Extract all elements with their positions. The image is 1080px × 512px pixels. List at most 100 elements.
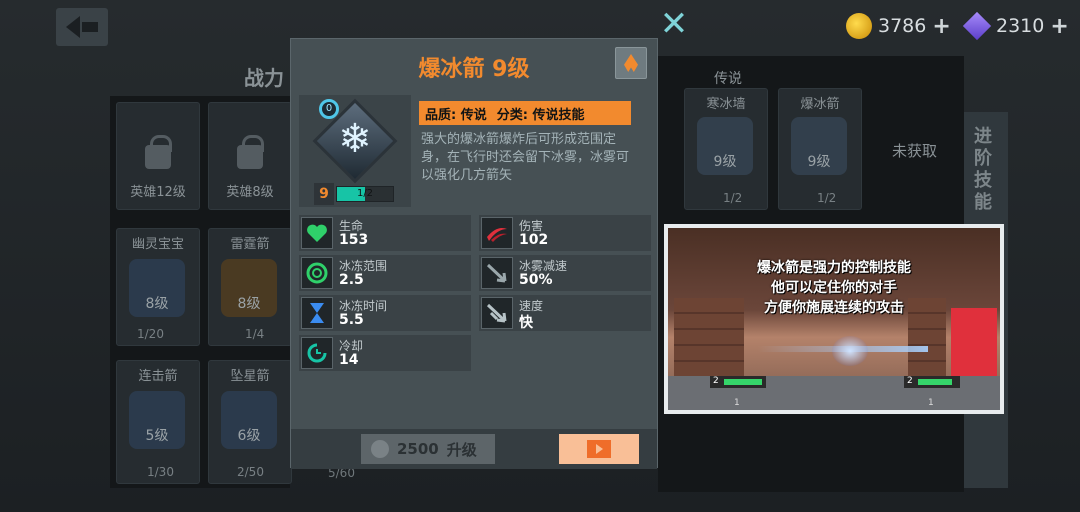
stat-value: 14: [339, 352, 359, 368]
skill-card-meteor-arrow[interactable]: 坠星箭 6级 2/50: [208, 360, 292, 484]
enemy-hp-bar: 2: [904, 376, 960, 388]
skill-card-thunder-arrow[interactable]: 雷霆箭 8级 1/4: [208, 228, 292, 346]
preview-caption-line: 他可以定住你的对手: [771, 280, 897, 296]
freeze-range-icon: [301, 257, 333, 289]
stat-value: 5.5: [339, 312, 364, 328]
stat-value: 102: [519, 232, 549, 248]
stat-freeze-range: 冰冻范围 2.5: [299, 255, 471, 291]
right-red-block: [951, 308, 997, 378]
skill-card-count: 2/50: [237, 465, 264, 479]
ground-marker: 1: [734, 398, 740, 408]
gem-icon: [962, 11, 992, 41]
ground-marker: 1: [928, 398, 934, 408]
legend-tile: 9级: [697, 117, 753, 175]
legend-rank-icon: [624, 54, 638, 72]
skill-tile-level: 8级: [145, 296, 169, 312]
quality-label: 品质: 传说: [425, 107, 487, 123]
back-arrow-icon: [66, 16, 98, 38]
star-rank-badge: 0: [319, 99, 339, 119]
lock-icon: [145, 135, 172, 169]
watch-video-button[interactable]: [559, 434, 639, 464]
film-play-icon: [587, 440, 611, 458]
skill-level-number: 9: [314, 183, 334, 205]
stat-hp: 生命 153: [299, 215, 471, 251]
preview-caption-line: 方便你施展连续的攻击: [764, 300, 904, 316]
skill-tile: 8级: [129, 259, 185, 317]
snowflake-icon: ❄: [338, 116, 372, 162]
skill-card-count: 1/30: [147, 465, 174, 479]
stat-cooldown: 冷却 14: [299, 335, 471, 371]
legend-card-ice-burst[interactable]: 爆冰箭 9级 1/2: [778, 88, 862, 210]
modal-title: 爆冰箭 9级: [418, 57, 530, 82]
add-gems-button[interactable]: +: [1050, 14, 1068, 39]
skill-card-name: 幽灵宝宝: [131, 237, 184, 252]
legend-card-name: 寒冰墙: [706, 97, 746, 112]
stat-value: 快: [519, 315, 533, 331]
hourglass-icon: [301, 297, 333, 329]
player-hp-level: 2: [713, 376, 719, 386]
quality-bar: 品质: 传说 分类: 传说技能: [419, 101, 631, 125]
legend-card-count: 1/2: [723, 191, 743, 205]
coin-icon: [846, 13, 872, 39]
skill-preview-video[interactable]: 2 2 1 1 爆冰箭是强力的控制技能 他可以定住你的对手 方便你施展连续的攻击: [664, 224, 1004, 414]
preview-scene: 2 2 1 1 爆冰箭是强力的控制技能 他可以定住你的对手 方便你施展连续的攻击: [668, 228, 1000, 410]
preview-caption: 爆冰箭是强力的控制技能 他可以定住你的对手 方便你施展连续的攻击: [668, 258, 1000, 318]
close-button[interactable]: ✕: [656, 6, 692, 42]
stat-value: 153: [339, 232, 369, 248]
locked-slot-1[interactable]: 英雄12级: [116, 102, 200, 210]
heart-icon: [301, 217, 333, 249]
skill-card-name: 连击箭: [138, 369, 178, 384]
skill-card-ghost-baby[interactable]: 幽灵宝宝 8级 1/20: [116, 228, 200, 346]
locked-slot-label: 英雄8级: [226, 185, 274, 200]
card-progress-text: 1/2: [356, 188, 374, 199]
upgrade-label: 升级: [446, 440, 477, 459]
ice-orb: [832, 336, 868, 366]
damage-slash-icon: [481, 217, 513, 249]
legend-card-name: 爆冰箭: [800, 97, 840, 112]
legend-tile-level: 9级: [713, 154, 737, 170]
skill-card-name: 雷霆箭: [230, 237, 270, 252]
coin-counter: 3786 +: [846, 12, 951, 40]
legend-card-ice-wall[interactable]: 寒冰墙 9级 1/2: [684, 88, 768, 210]
slow-arrow-icon: [481, 257, 513, 289]
legend-tile: 9级: [791, 117, 847, 175]
skill-detail-modal: 爆冰箭 9级 ❄ 0 9 1/2 品质: 传说 分类: 传说技能 强大的爆冰箭爆…: [290, 38, 658, 469]
upgrade-button[interactable]: 2500 升级: [361, 434, 495, 464]
skill-tile-level: 5级: [145, 428, 169, 444]
gem-counter: 2310 +: [962, 11, 1069, 41]
locked-slot-2[interactable]: 英雄8级: [208, 102, 292, 210]
skill-tile: 6级: [221, 391, 277, 449]
enemy-hp-level: 2: [907, 376, 913, 386]
skill-card-count: 1/4: [245, 327, 265, 341]
stat-damage: 伤害 102: [479, 215, 651, 251]
cooldown-icon: [301, 337, 333, 369]
upgrade-cost: 2500: [397, 440, 439, 458]
category-label: 分类: 传说技能: [496, 107, 585, 123]
advanced-skill-tab-label: 进阶技能: [974, 126, 992, 213]
stat-freeze-time: 冰冻时间 5.5: [299, 295, 471, 331]
skill-card-combo-arrow[interactable]: 连击箭 5级 1/30: [116, 360, 200, 484]
speed-arrow-icon: [481, 297, 513, 329]
stat-fog-slow: 冰雾减速 50%: [479, 255, 651, 291]
legend-section-label: 传说: [714, 71, 742, 87]
stat-value: 50%: [519, 272, 553, 288]
unobtained-label: 未获取: [892, 142, 938, 160]
player-hp-bar: 2: [710, 376, 766, 388]
legend-tile-level: 9级: [807, 154, 831, 170]
rank-badge[interactable]: [615, 47, 647, 79]
skill-card-name: 坠星箭: [230, 369, 270, 384]
preview-caption-line: 爆冰箭是强力的控制技能: [757, 260, 911, 276]
material-icon: [371, 440, 389, 458]
lock-icon: [237, 135, 264, 169]
skill-description: 强大的爆冰箭爆炸后可形成范围定身，在飞行时还会留下冰雾，冰雾可以强化几方箭矢: [421, 132, 630, 183]
power-label: 战力: [244, 66, 284, 90]
card-progress-bar: 1/2: [336, 186, 394, 202]
coin-amount: 3786: [878, 15, 927, 37]
back-button[interactable]: [56, 8, 108, 46]
skill-tile: 8级: [221, 259, 277, 317]
add-coins-button[interactable]: +: [932, 14, 950, 39]
stat-value: 2.5: [339, 272, 364, 288]
skill-card-count: 1/20: [137, 327, 164, 341]
skill-tile-level: 8级: [237, 296, 261, 312]
locked-slot-label: 英雄12级: [130, 185, 186, 200]
